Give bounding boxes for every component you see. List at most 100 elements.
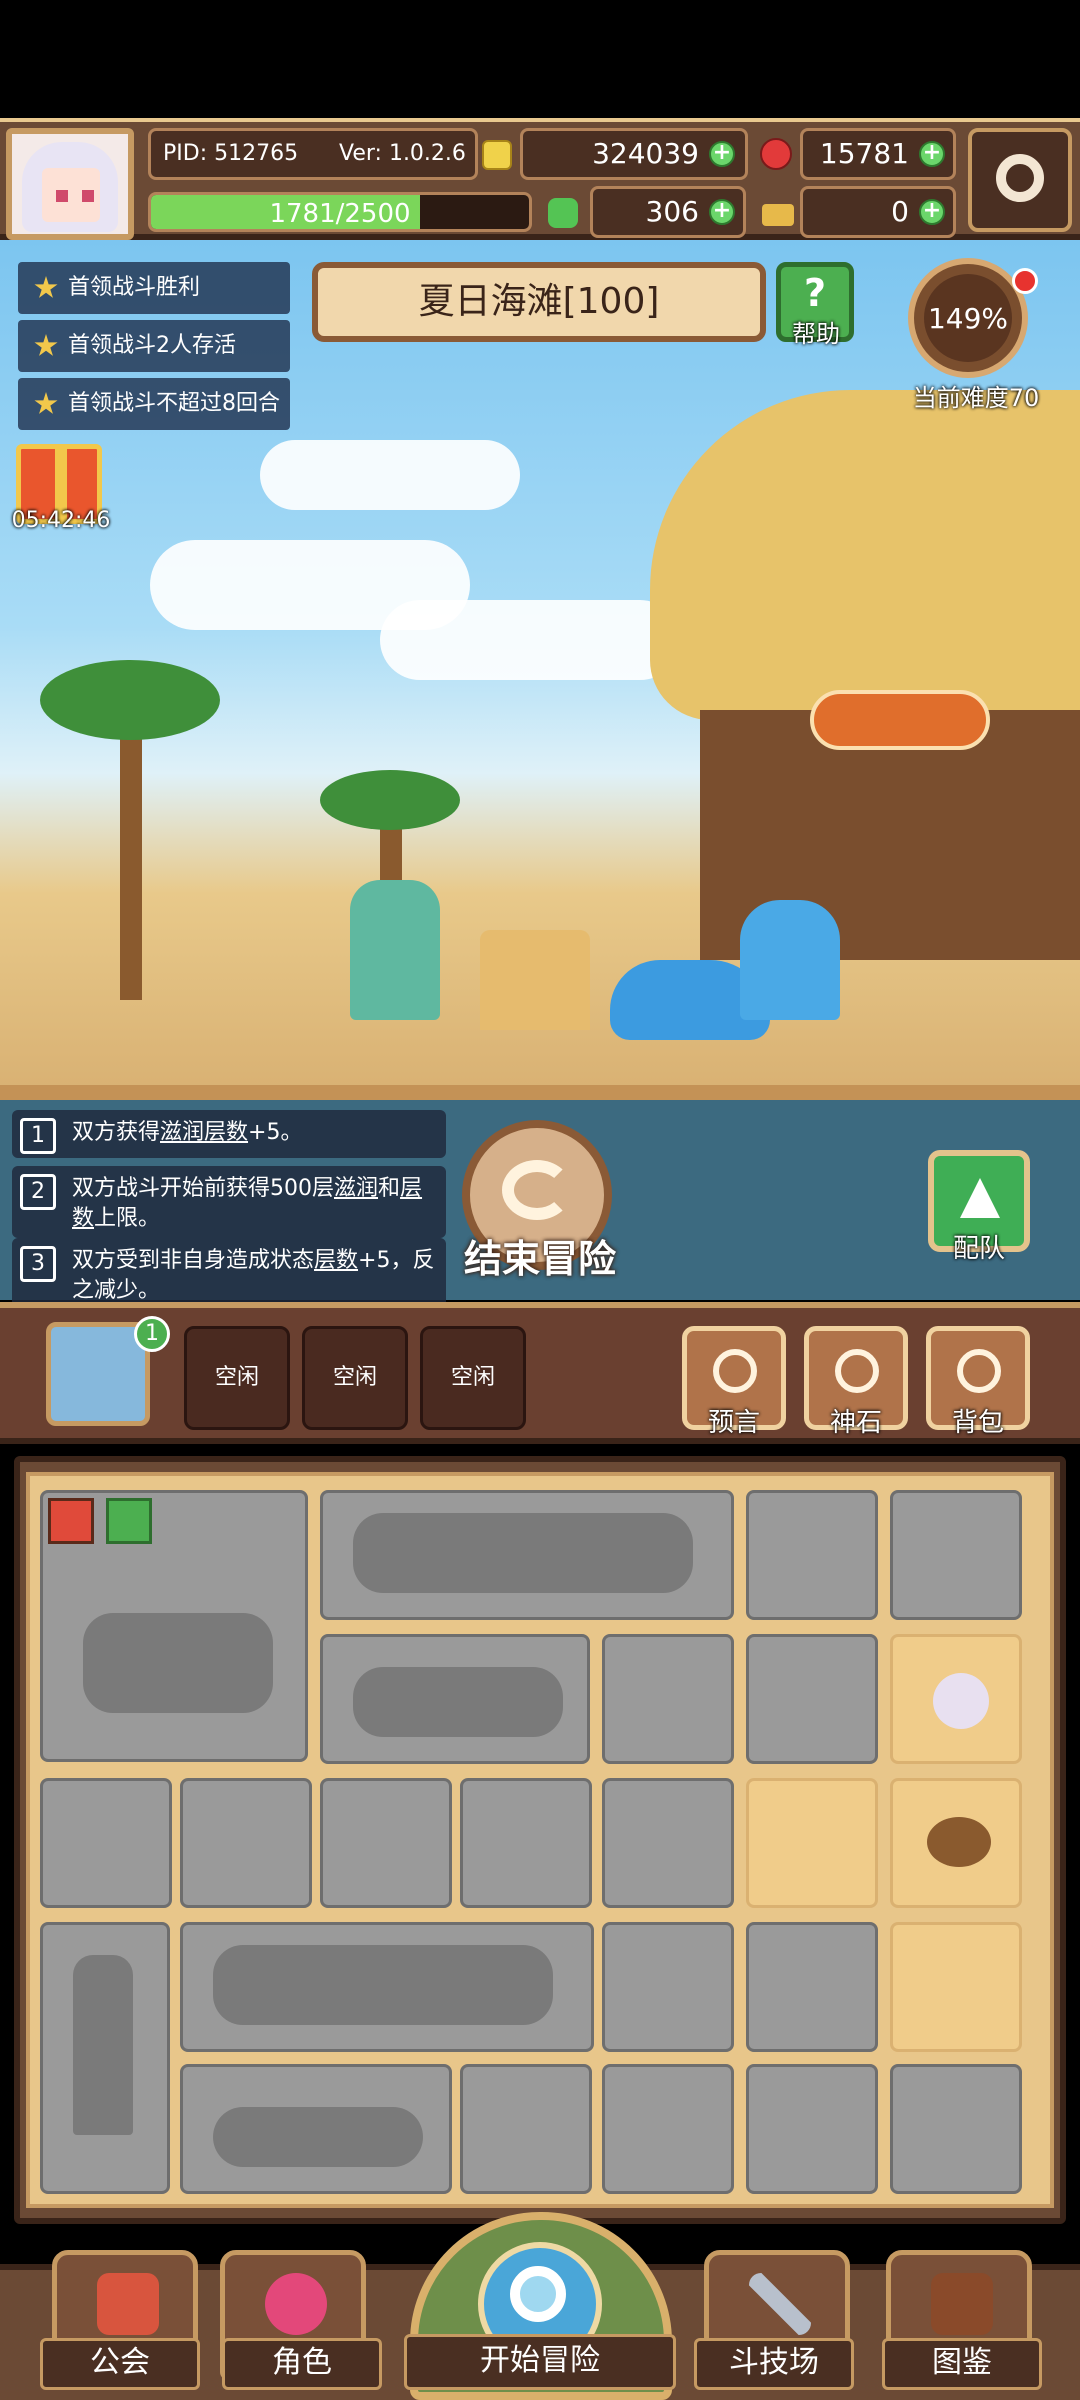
help-icon: ?: [803, 271, 827, 315]
effect-text: 和: [378, 1176, 401, 1201]
backpack-label[interactable]: 背包: [926, 1402, 1030, 1439]
book-icon: [931, 2273, 993, 2335]
inventory-item-airship[interactable]: [320, 1490, 734, 1620]
hut-sign: [810, 690, 990, 750]
inventory-item-stew[interactable]: [890, 1778, 1022, 1908]
cloud: [380, 600, 680, 680]
return-arrow-icon: [502, 1160, 572, 1220]
effect-number: 1: [20, 1118, 56, 1154]
add-clover-button[interactable]: +: [709, 199, 735, 225]
notification-dot: [1012, 268, 1038, 294]
effect-item: 2 双方战斗开始前获得500层滋润和层数上限。: [12, 1166, 446, 1238]
nav-character-label[interactable]: 角色: [222, 2338, 382, 2390]
inventory-cell[interactable]: [460, 2064, 592, 2194]
stew-pot-icon: [927, 1817, 991, 1867]
nav-arena-label[interactable]: 斗技场: [694, 2338, 854, 2390]
quest-item: 首领战斗不超过8回合: [18, 378, 290, 430]
help-label[interactable]: 帮助: [770, 314, 862, 349]
add-keys-button[interactable]: +: [919, 199, 945, 225]
prophecy-icon: [713, 1349, 757, 1393]
inventory-cell[interactable]: [602, 1778, 734, 1908]
inventory-cell[interactable]: [602, 2064, 734, 2194]
idle-slot[interactable]: 空闲: [302, 1326, 408, 1430]
difficulty-label: 当前难度70: [912, 384, 1040, 412]
ruby-box: 15781 +: [800, 128, 956, 180]
gear-icon: [996, 154, 1044, 202]
inventory-cell[interactable]: [890, 1490, 1022, 1620]
star-icon: [34, 392, 58, 414]
player-avatar[interactable]: [6, 128, 134, 240]
inventory-item-workshop[interactable]: [180, 2064, 452, 2194]
key-icon: [762, 204, 794, 226]
inventory-item-tower[interactable]: [40, 1922, 170, 2194]
keys-box: 0 +: [800, 186, 956, 238]
effect-keyword[interactable]: 层数: [314, 1248, 358, 1273]
settings-button[interactable]: [968, 128, 1072, 232]
version-text: Ver: 1.0.2.6: [339, 141, 466, 166]
godstone-label[interactable]: 神石: [804, 1402, 908, 1439]
keys-amount: 0: [891, 195, 909, 228]
nav-codex-label[interactable]: 图鉴: [882, 2338, 1042, 2390]
inventory-cell[interactable]: [746, 1490, 878, 1620]
game-screen: PID: 512765 Ver: 1.0.2.6 324039 + 15781 …: [0, 0, 1080, 2400]
quest-item: 首领战斗2人存活: [18, 320, 290, 372]
gold-amount: 324039: [592, 137, 699, 170]
star-icon: [34, 334, 58, 356]
nav-guild-label[interactable]: 公会: [40, 2338, 200, 2390]
inventory-item-airship[interactable]: [180, 1922, 594, 2052]
gift-timer: 05:42:46: [11, 508, 111, 533]
effect-number: 3: [20, 1246, 56, 1282]
inventory-cell[interactable]: [320, 1778, 452, 1908]
inventory-cell[interactable]: [746, 1922, 878, 2052]
quest-text: 首领战斗不超过8回合: [68, 391, 280, 416]
effect-number: 2: [20, 1174, 56, 1210]
ruby-icon: [760, 138, 792, 170]
end-adventure-label[interactable]: 结束冒险: [450, 1228, 630, 1283]
idle-slot[interactable]: 空闲: [184, 1326, 290, 1430]
inventory-item-cannon[interactable]: [320, 1634, 590, 1764]
quest-text: 首领战斗胜利: [68, 275, 201, 300]
sand-castle: [480, 930, 590, 1030]
magnifier-icon: [510, 2266, 566, 2322]
inventory-cell[interactable]: [180, 1778, 312, 1908]
gold-coin-icon: [482, 140, 512, 170]
energy-bar: 1781/2500: [148, 192, 532, 232]
effect-keyword[interactable]: 滋润层数: [160, 1120, 248, 1145]
top-status-bar: PID: 512765 Ver: 1.0.2.6 324039 + 15781 …: [0, 118, 1080, 240]
avatar-eye-left: [56, 190, 68, 202]
inventory-item-shell[interactable]: [890, 1634, 1022, 1764]
start-adventure-label[interactable]: 开始冒险: [404, 2334, 676, 2390]
prophecy-label[interactable]: 预言: [682, 1402, 786, 1439]
effect-item: 3 双方受到非自身造成状态层数+5，反之减少。: [12, 1238, 446, 1310]
difficulty-button[interactable]: 149%: [908, 258, 1028, 378]
effect-text: 双方战斗开始前获得500层: [72, 1176, 334, 1201]
avatar-eye-right: [82, 190, 94, 202]
ruby-amount: 15781: [819, 137, 909, 170]
idle-slot[interactable]: 空闲: [420, 1326, 526, 1430]
clover-amount: 306: [645, 195, 699, 228]
airship-shape: [353, 1513, 693, 1593]
palm-leaves: [320, 770, 460, 830]
inventory-cell[interactable]: [890, 1922, 1022, 2052]
lock-icon[interactable]: [48, 1498, 94, 1544]
add-ruby-button[interactable]: +: [919, 141, 945, 167]
inventory-cell[interactable]: [746, 2064, 878, 2194]
thumb-up-icon[interactable]: [106, 1498, 152, 1544]
inventory-cell[interactable]: [746, 1634, 878, 1764]
clover-icon: [548, 198, 578, 228]
inventory-cell[interactable]: [890, 2064, 1022, 2194]
inventory-cell[interactable]: [460, 1778, 592, 1908]
boss-character: [740, 900, 840, 1020]
inventory-cell[interactable]: [746, 1778, 878, 1908]
character-icon: [265, 2273, 327, 2335]
inventory-cell[interactable]: [40, 1778, 172, 1908]
clover-box: 306 +: [590, 186, 746, 238]
inventory-cell[interactable]: [602, 1922, 734, 2052]
effect-keyword[interactable]: 滋润: [334, 1176, 378, 1201]
inventory-cell[interactable]: [602, 1634, 734, 1764]
card-count-badge: 1: [134, 1316, 170, 1352]
team-label[interactable]: 配队: [922, 1228, 1036, 1265]
palm-leaves: [40, 660, 220, 740]
add-gold-button[interactable]: +: [709, 141, 735, 167]
backpack-icon: [957, 1349, 1001, 1393]
